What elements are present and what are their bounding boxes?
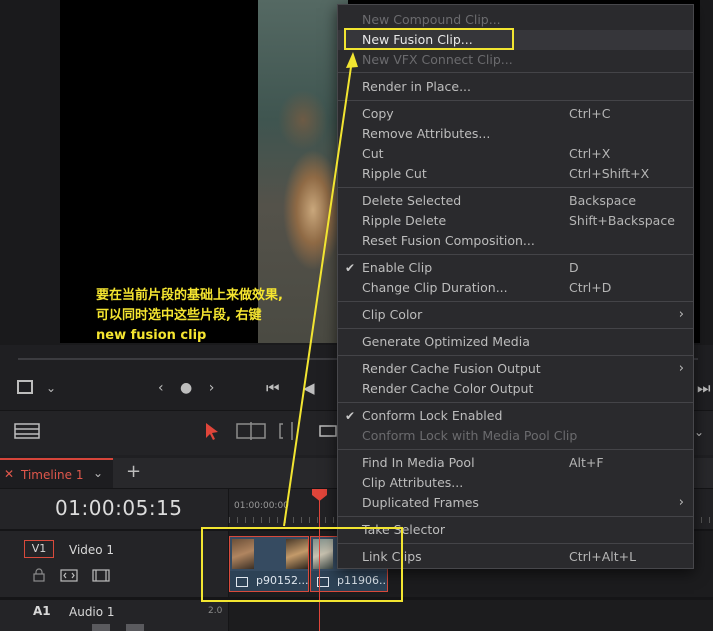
annotation-line: 要在当前片段的基础上来做效果, [96,288,283,303]
annotation-line: 可以同时选中这些片段, 右键 [96,308,262,323]
annotation-text: 要在当前片段的基础上来做效果, 可以同时选中这些片段, 右键 new fusio… [96,286,336,346]
annotation-line: new fusion clip [96,328,207,343]
